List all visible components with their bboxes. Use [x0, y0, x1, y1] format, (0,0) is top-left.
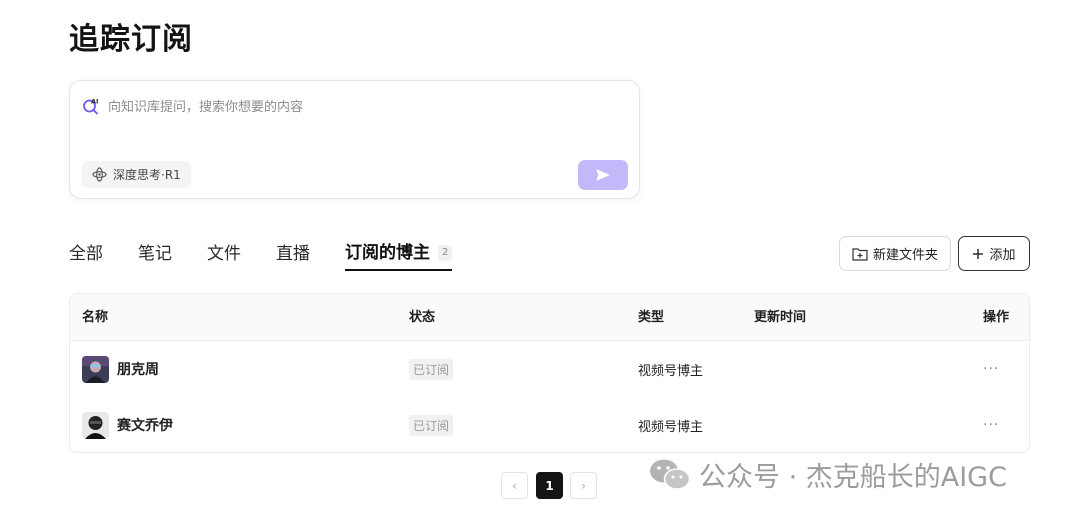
search-card: AI 深度思考·R1: [69, 80, 640, 199]
tab-all[interactable]: 全部: [69, 237, 103, 271]
add-button[interactable]: 添加: [958, 236, 1030, 271]
deep-think-label: 深度思考·R1: [113, 168, 181, 182]
watermark: 公众号 · 杰克船长的AIGC: [649, 455, 1007, 494]
folder-plus-icon: [852, 247, 868, 261]
col-status: 状态: [409, 310, 436, 325]
send-button[interactable]: [578, 160, 628, 190]
tab-count-badge: 2: [438, 245, 453, 261]
table-header: 名称 状态 类型 更新时间 操作: [70, 294, 1029, 341]
creator-name[interactable]: 朋克周: [117, 359, 159, 379]
avatar: [82, 411, 109, 439]
prev-page-button[interactable]: ‹: [501, 472, 528, 499]
status-badge: 已订阅: [409, 358, 454, 380]
atom-icon: [92, 167, 107, 182]
status-cell: 已订阅: [409, 397, 454, 452]
more-actions-icon[interactable]: ···: [983, 341, 999, 397]
svg-text:AI: AI: [91, 98, 98, 106]
page-1-button[interactable]: 1: [536, 472, 563, 499]
new-folder-label: 新建文件夹: [872, 248, 938, 263]
deep-think-toggle[interactable]: 深度思考·R1: [82, 161, 191, 188]
creator-name[interactable]: 赛文乔伊: [117, 415, 173, 435]
subscriptions-table: 名称 状态 类型 更新时间 操作 朋克周 已订阅 视频号博主 ··· 赛文乔伊 …: [69, 293, 1030, 453]
category-tabs: 全部 笔记 文件 直播 订阅的博主 2: [69, 237, 453, 275]
new-folder-button[interactable]: 新建文件夹: [839, 236, 951, 271]
col-updated: 更新时间: [754, 310, 807, 325]
plus-icon: [973, 248, 984, 259]
col-type: 类型: [638, 310, 665, 325]
tab-subscribed-creators[interactable]: 订阅的博主 2: [345, 237, 453, 271]
page-title: 追踪订阅: [69, 22, 193, 57]
table-row[interactable]: 朋克周 已订阅 视频号博主 ···: [70, 341, 1029, 397]
next-page-button[interactable]: ›: [570, 472, 597, 499]
type-cell: 视频号博主: [638, 419, 704, 435]
status-badge: 已订阅: [409, 414, 454, 436]
col-actions: 操作: [983, 310, 1010, 325]
more-actions-icon[interactable]: ···: [983, 397, 999, 452]
add-label: 添加: [989, 248, 1016, 263]
type-cell: 视频号博主: [638, 363, 704, 379]
ai-search-icon: AI: [83, 98, 98, 115]
tab-label: 订阅的博主: [345, 243, 430, 263]
status-cell: 已订阅: [409, 341, 454, 397]
tab-live[interactable]: 直播: [276, 237, 310, 271]
name-cell: 赛文乔伊: [82, 397, 173, 452]
watermark-text: 公众号 · 杰克船长的AIGC: [699, 462, 1007, 493]
col-name: 名称: [82, 310, 109, 325]
send-icon: [596, 169, 610, 181]
name-cell: 朋克周: [82, 341, 159, 397]
search-input[interactable]: [108, 96, 608, 118]
tab-notes[interactable]: 笔记: [138, 237, 172, 271]
avatar: [82, 355, 109, 383]
wechat-icon: [650, 459, 691, 490]
tab-files[interactable]: 文件: [207, 237, 241, 271]
table-row[interactable]: 赛文乔伊 已订阅 视频号博主 ···: [70, 397, 1029, 452]
